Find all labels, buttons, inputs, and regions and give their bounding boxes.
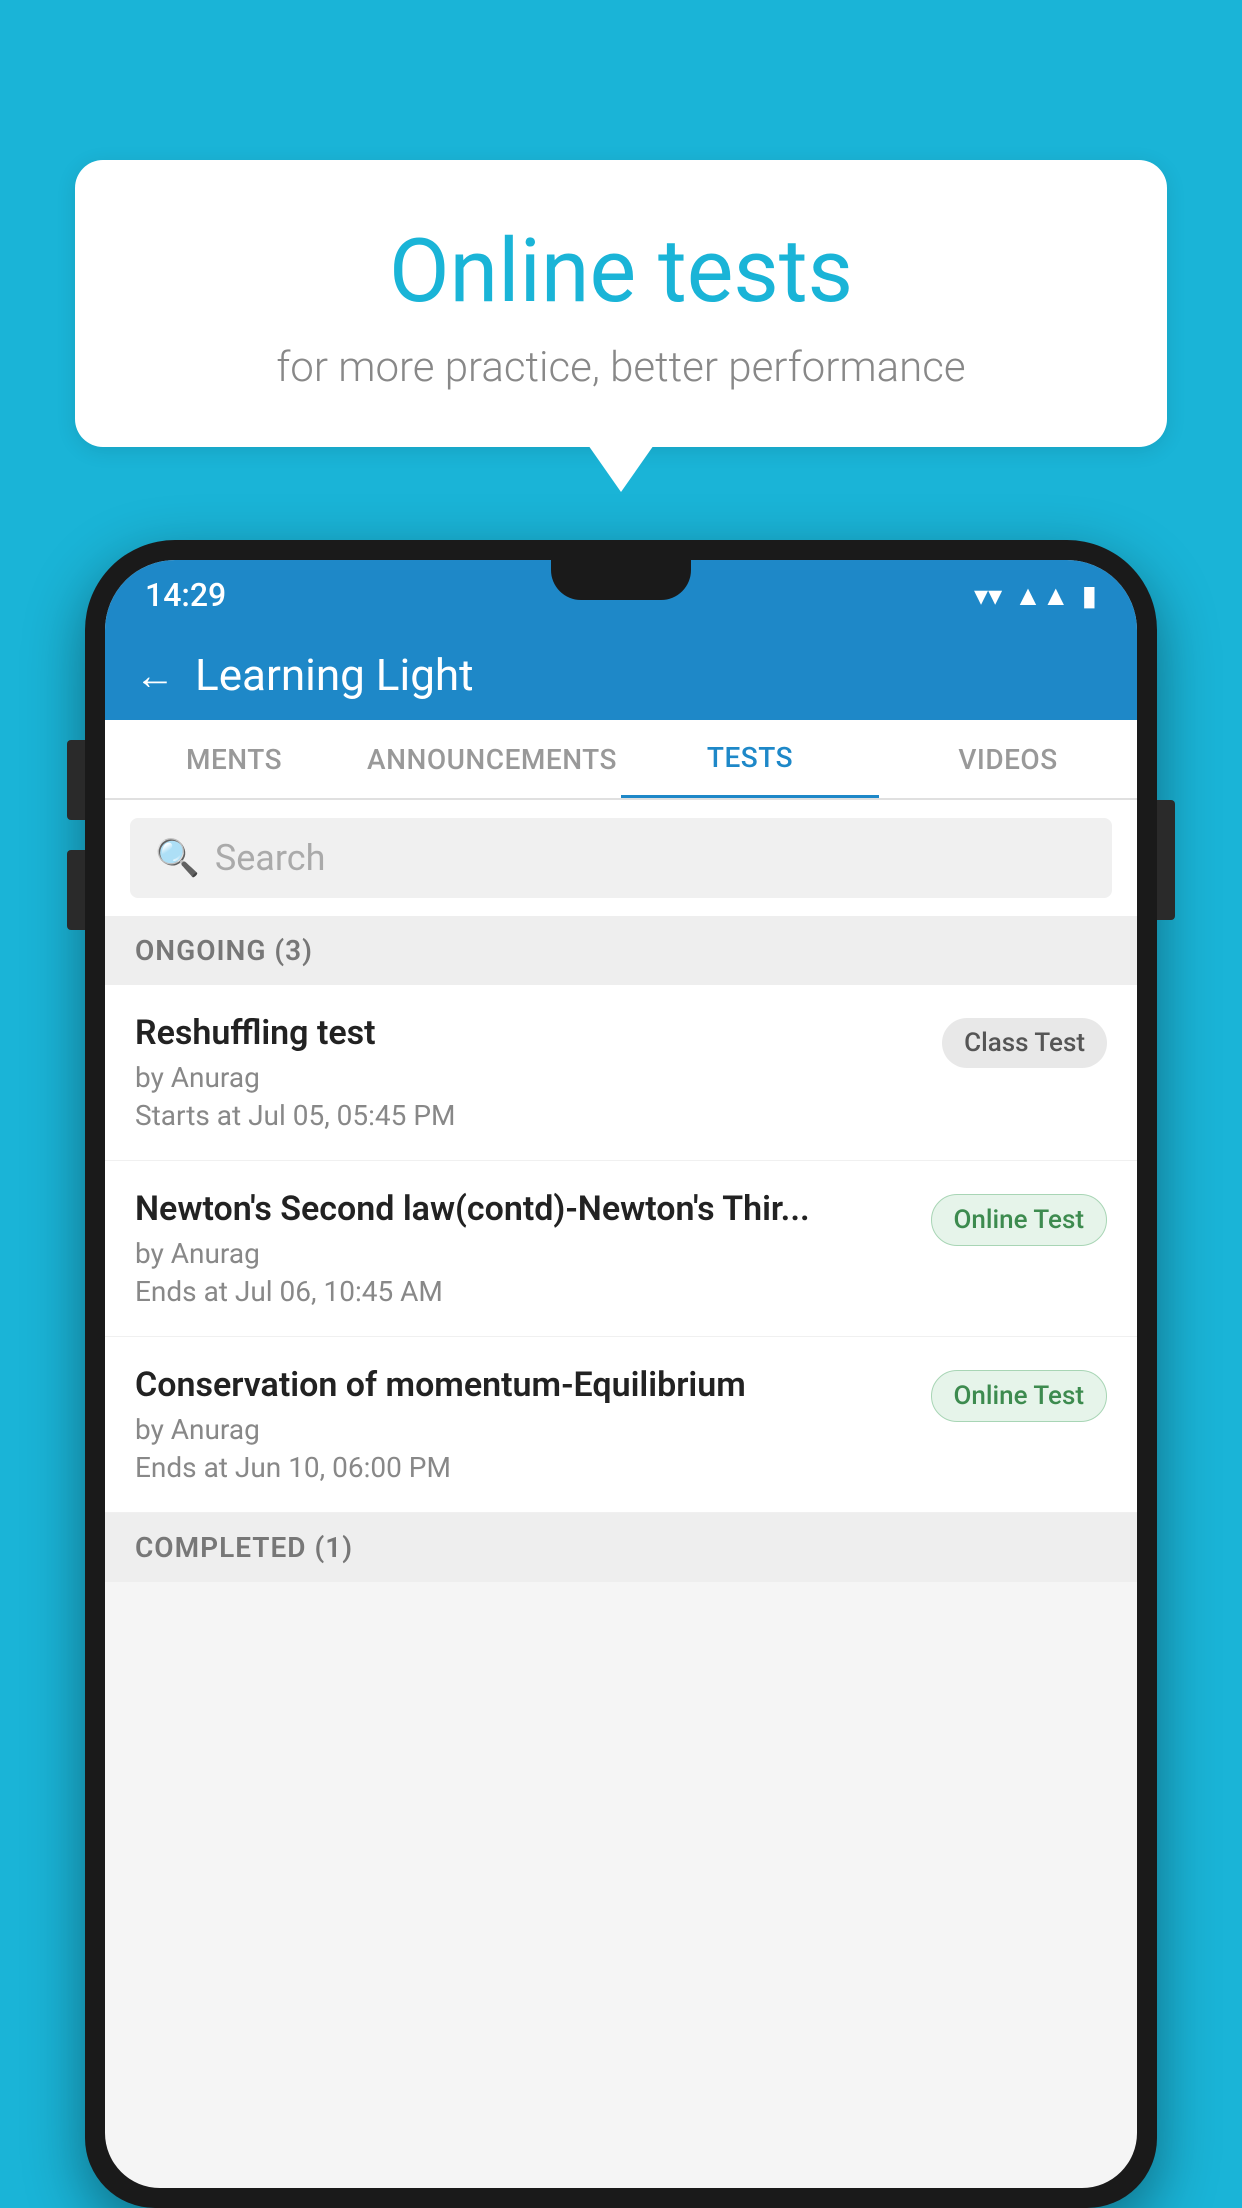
search-placeholder: Search [215,837,326,879]
wifi-icon: ▾▾ [974,579,1002,612]
test-author: by Anurag [135,1237,911,1270]
status-time: 14:29 [145,576,226,614]
app-title: Learning Light [195,649,474,701]
test-info: Reshuffling test by Anurag Starts at Jul… [135,1013,942,1132]
volume-down-button[interactable] [67,850,85,930]
search-icon: 🔍 [155,837,200,879]
ongoing-section-header: ONGOING (3) [105,916,1137,985]
speech-bubble-title: Online tests [125,220,1117,323]
back-button[interactable]: ← [135,652,175,699]
test-name: Newton's Second law(contd)-Newton's Thir… [135,1189,911,1229]
tabs-bar: MENTS ANNOUNCEMENTS TESTS VIDEOS [105,720,1137,800]
phone-frame: 14:29 ▾▾ ▲▲ ▮ ← Learning Light MENTS ANN… [85,540,1157,2208]
volume-up-button[interactable] [67,740,85,820]
completed-section-header: COMPLETED (1) [105,1513,1137,1582]
test-list: Reshuffling test by Anurag Starts at Jul… [105,985,1137,1513]
test-item[interactable]: Newton's Second law(contd)-Newton's Thir… [105,1161,1137,1337]
test-info: Conservation of momentum-Equilibrium by … [135,1365,931,1484]
status-icons: ▾▾ ▲▲ ▮ [974,579,1097,612]
test-date: Starts at Jul 05, 05:45 PM [135,1099,922,1132]
tab-videos[interactable]: VIDEOS [879,720,1137,798]
tab-ments[interactable]: MENTS [105,720,363,798]
test-name: Conservation of momentum-Equilibrium [135,1365,911,1405]
tab-tests[interactable]: TESTS [621,720,879,798]
speech-bubble: Online tests for more practice, better p… [75,160,1167,447]
test-badge-online-test-2: Online Test [931,1370,1108,1422]
search-container: 🔍 Search [105,800,1137,916]
test-author: by Anurag [135,1061,922,1094]
speech-bubble-subtitle: for more practice, better performance [125,343,1117,392]
test-item[interactable]: Reshuffling test by Anurag Starts at Jul… [105,985,1137,1161]
test-name: Reshuffling test [135,1013,922,1053]
battery-icon: ▮ [1082,579,1097,612]
search-bar[interactable]: 🔍 Search [130,818,1112,898]
phone-notch [551,560,691,600]
test-author: by Anurag [135,1413,911,1446]
tab-announcements[interactable]: ANNOUNCEMENTS [363,720,621,798]
test-badge-class-test: Class Test [942,1018,1107,1068]
test-item[interactable]: Conservation of momentum-Equilibrium by … [105,1337,1137,1513]
phone-screen: 14:29 ▾▾ ▲▲ ▮ ← Learning Light MENTS ANN… [105,560,1137,2188]
signal-icon: ▲▲ [1014,579,1069,612]
test-date: Ends at Jun 10, 06:00 PM [135,1451,911,1484]
test-badge-online-test: Online Test [931,1194,1108,1246]
test-date: Ends at Jul 06, 10:45 AM [135,1275,911,1308]
power-button[interactable] [1157,800,1175,920]
app-header: ← Learning Light [105,630,1137,720]
test-info: Newton's Second law(contd)-Newton's Thir… [135,1189,931,1308]
